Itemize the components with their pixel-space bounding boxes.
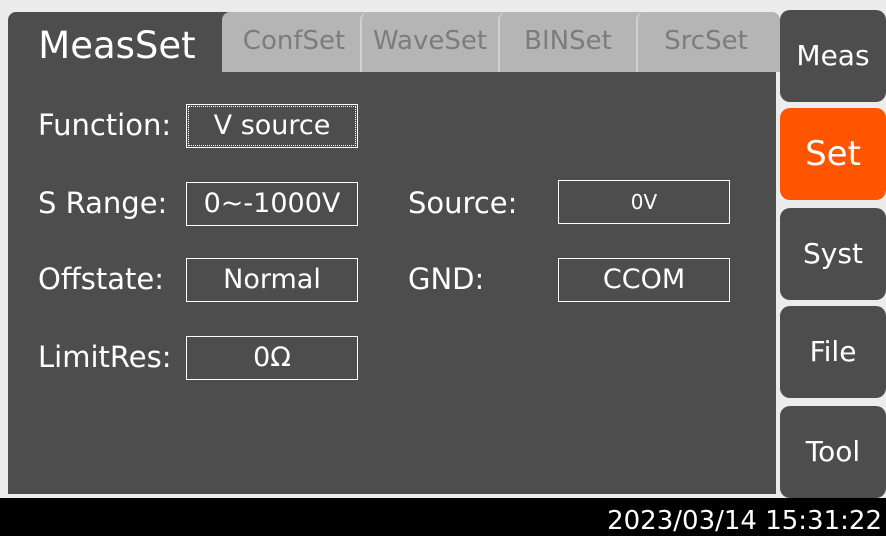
- gnd-label: GND:: [408, 262, 485, 296]
- srange-label: S Range:: [38, 186, 168, 220]
- screen: ConfSet WaveSet BINSet SrcSet MeasSet Fu…: [0, 0, 886, 498]
- limitres-field[interactable]: 0Ω: [186, 336, 358, 380]
- sidebar-item-meas[interactable]: Meas: [780, 10, 886, 102]
- gnd-field[interactable]: CCOM: [558, 258, 730, 302]
- sidebar-item-syst[interactable]: Syst: [780, 208, 886, 300]
- function-field[interactable]: V source: [186, 104, 358, 148]
- status-datetime: 2023/03/14 15:31:22: [607, 506, 882, 536]
- offstate-field[interactable]: Normal: [186, 258, 358, 302]
- sidebar-item-tool[interactable]: Tool: [780, 406, 886, 498]
- tab-srcset[interactable]: SrcSet: [638, 12, 774, 72]
- tab-waveset[interactable]: WaveSet: [362, 12, 498, 72]
- limitres-label: LimitRes:: [38, 340, 172, 374]
- tab-confset[interactable]: ConfSet: [226, 12, 362, 72]
- source-field[interactable]: 0V: [558, 180, 730, 224]
- sidebar-item-set[interactable]: Set: [780, 108, 886, 200]
- source-label: Source:: [408, 186, 518, 220]
- tab-measset[interactable]: MeasSet: [14, 16, 220, 76]
- offstate-label: Offstate:: [38, 262, 165, 296]
- srange-field[interactable]: 0~-1000V: [186, 182, 358, 226]
- function-label: Function:: [38, 108, 172, 142]
- sidebar-item-file[interactable]: File: [780, 306, 886, 398]
- tab-binset[interactable]: BINSet: [500, 12, 636, 72]
- main-panel: [8, 12, 776, 494]
